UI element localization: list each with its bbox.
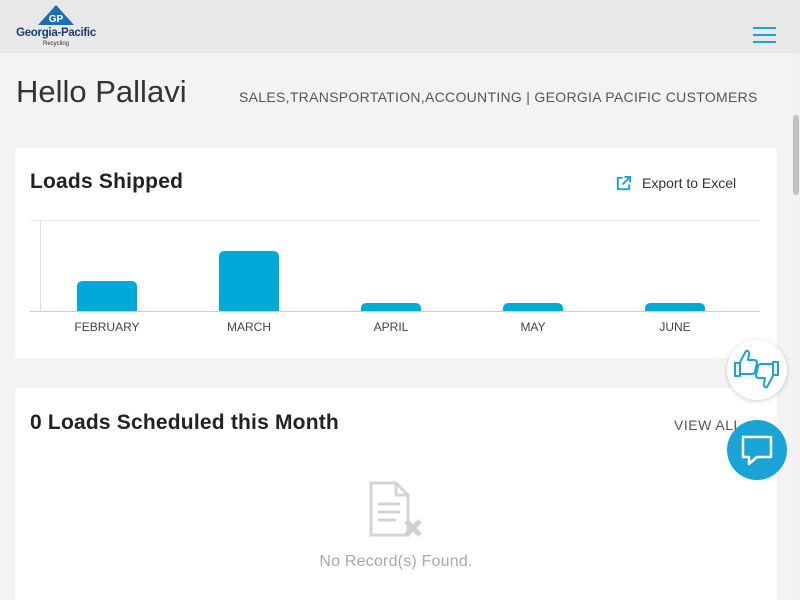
gp-logo-icon: GP [38, 5, 74, 25]
scrollbar-thumb[interactable] [793, 115, 799, 195]
chart-bar-february[interactable] [77, 281, 137, 311]
page-scrollbar[interactable] [792, 53, 800, 600]
chart-bar-march[interactable] [219, 251, 279, 311]
logo-name: Georgia-Pacific [16, 27, 96, 39]
document-remove-icon [369, 481, 422, 537]
view-all-link[interactable]: VIEW ALL [674, 417, 742, 433]
chart-x-tick-label: FEBRUARY [74, 320, 139, 334]
chart-x-tick-label: APRIL [374, 320, 409, 334]
chart-bar-may[interactable] [503, 303, 563, 311]
loads-shipped-card: Loads Shipped Export to Excel FEBRUARY MA… [15, 148, 777, 358]
external-link-icon [616, 175, 632, 190]
georgia-pacific-logo[interactable]: GP Georgia-Pacific Recycling [14, 5, 98, 49]
chart-x-tick-label: JUNE [659, 320, 690, 334]
loads-shipped-chart: FEBRUARY MARCH APRIL MAY JUNE [30, 220, 760, 340]
chart-x-tick-label: MARCH [227, 320, 271, 334]
loads-shipped-title: Loads Shipped [30, 170, 184, 193]
user-roles: SALES,TRANSPORTATION,ACCOUNTING | GEORGI… [239, 89, 758, 105]
loads-scheduled-card: 0 Loads Scheduled this Month VIEW ALL No… [15, 388, 777, 600]
chart-bar-april[interactable] [361, 303, 421, 311]
loads-scheduled-title: 0 Loads Scheduled this Month [30, 411, 339, 434]
logo-mark-text: GP [49, 14, 64, 25]
chart-x-tick-label: MAY [520, 320, 545, 334]
empty-state-text: No Record(s) Found. [319, 553, 473, 570]
export-to-excel-button[interactable]: Export to Excel [615, 174, 736, 192]
feedback-button[interactable] [727, 340, 787, 400]
chart-bar-june[interactable] [645, 303, 705, 311]
greeting-heading: Hello Pallavi [16, 74, 187, 109]
hamburger-menu-icon[interactable] [753, 27, 776, 44]
export-label: Export to Excel [642, 175, 737, 191]
top-navbar: GP Georgia-Pacific Recycling [0, 0, 800, 53]
chat-button[interactable] [727, 420, 787, 480]
thumbs-up-down-icon [734, 349, 779, 389]
loads-shipped-bar-chart: FEBRUARY MARCH APRIL MAY JUNE [30, 220, 760, 334]
chat-bubble-icon [741, 435, 773, 466]
logo-subtitle: Recycling [42, 41, 69, 47]
